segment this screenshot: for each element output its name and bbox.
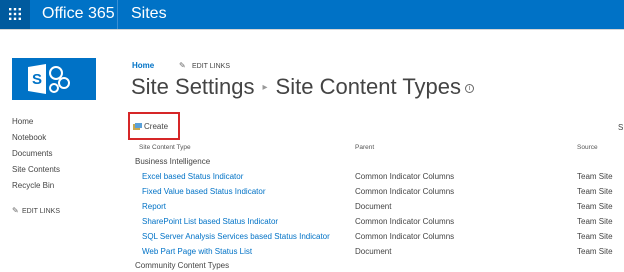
site-logo[interactable]: S <box>12 58 96 100</box>
column-header-content-type[interactable]: Site Content Type <box>139 144 191 152</box>
create-button[interactable]: Create <box>133 122 168 132</box>
left-nav-edit-links[interactable]: ✎ EDIT LINKS <box>12 206 60 217</box>
nav-item-home[interactable]: Home <box>12 116 122 132</box>
left-nav-edit-links-label: EDIT LINKS <box>22 208 60 215</box>
content-type-parent: Document <box>355 247 392 256</box>
create-content-type-icon <box>133 123 142 130</box>
nav-item-site-contents[interactable]: Site Contents <box>12 164 122 180</box>
truncated-right-text: S <box>618 123 624 132</box>
content-type-source: Team Site <box>577 232 613 241</box>
info-icon[interactable]: i <box>465 83 475 93</box>
pencil-icon: ✎ <box>12 206 19 215</box>
column-header-source[interactable]: Source <box>577 144 598 152</box>
group-header: Business Intelligence <box>135 157 211 166</box>
svg-text:S: S <box>32 71 42 88</box>
content-type-link[interactable]: Report <box>142 202 166 212</box>
breadcrumb-site-settings[interactable]: Site Settings <box>131 74 255 99</box>
suite-bar-divider <box>117 0 118 29</box>
content-type-parent: Common Indicator Columns <box>355 232 455 241</box>
content-type-link[interactable]: Excel based Status Indicator <box>142 172 243 182</box>
breadcrumb-separator-icon: ▸ <box>262 82 268 94</box>
top-nav-edit-links-label: EDIT LINKS <box>192 63 230 70</box>
nav-item-documents[interactable]: Documents <box>12 148 122 164</box>
suite-bar-border <box>0 29 624 30</box>
breadcrumb-current: Site Content Types <box>275 74 462 99</box>
brand-name[interactable]: Office 365 <box>42 4 115 24</box>
top-nav-home[interactable]: Home <box>132 61 154 71</box>
content-type-link[interactable]: SQL Server Analysis Services based Statu… <box>142 232 330 242</box>
app-launcher-icon[interactable] <box>0 0 30 29</box>
nav-item-recycle-bin[interactable]: Recycle Bin <box>12 180 122 196</box>
content-type-source: Team Site <box>577 172 613 181</box>
content-type-source: Team Site <box>577 247 613 256</box>
content-type-source: Team Site <box>577 187 613 196</box>
pencil-icon: ✎ <box>179 61 186 70</box>
content-type-parent: Common Indicator Columns <box>355 187 455 196</box>
content-type-link[interactable]: SharePoint List based Status Indicator <box>142 217 278 227</box>
suite-bar: Office 365 Sites <box>0 0 624 29</box>
content-type-link[interactable]: Fixed Value based Status Indicator <box>142 187 265 197</box>
content-type-parent: Common Indicator Columns <box>355 172 455 181</box>
left-nav: Home Notebook Documents Site Contents Re… <box>12 116 122 196</box>
content-type-link[interactable]: Web Part Page with Status List <box>142 247 252 257</box>
column-header-parent[interactable]: Parent <box>355 144 374 152</box>
page-title: Site Settings ▸ Site Content Types i <box>131 72 475 103</box>
content-type-source: Team Site <box>577 217 613 226</box>
content-type-source: Team Site <box>577 202 613 211</box>
top-nav-edit-links[interactable]: ✎ EDIT LINKS <box>179 61 230 72</box>
sharepoint-logo-icon: S <box>28 64 70 94</box>
create-button-label: Create <box>144 122 169 131</box>
nav-item-notebook[interactable]: Notebook <box>12 132 122 148</box>
suite-section-title[interactable]: Sites <box>131 4 167 24</box>
group-header: Community Content Types <box>135 261 230 270</box>
content-type-parent: Document <box>355 202 392 211</box>
content-type-parent: Common Indicator Columns <box>355 217 455 226</box>
